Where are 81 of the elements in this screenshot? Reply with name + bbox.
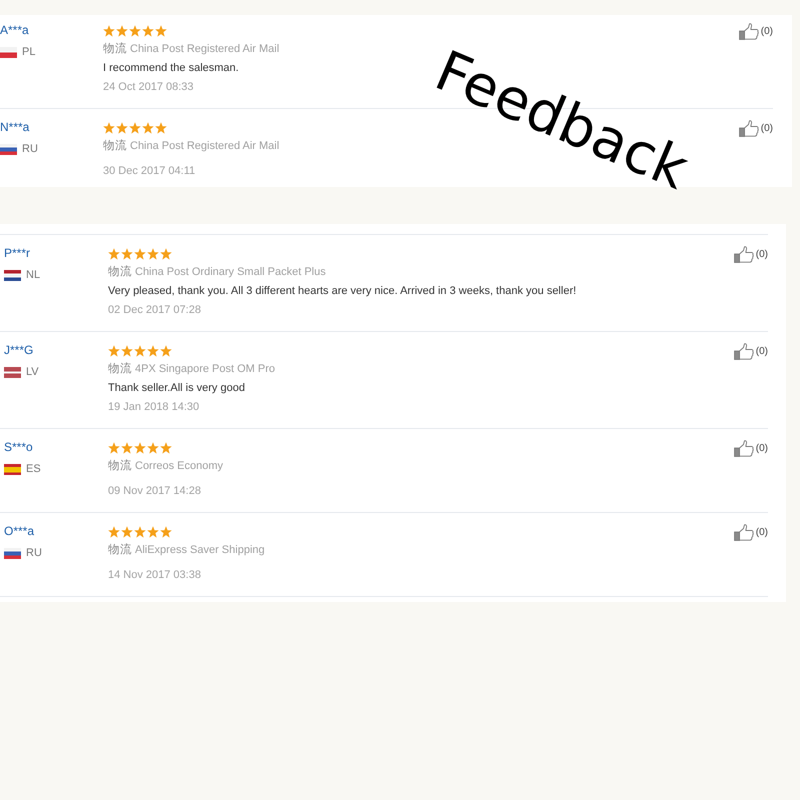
country-code: ES	[26, 462, 41, 477]
star-icon	[121, 442, 133, 454]
thumbs-up-icon	[738, 23, 759, 40]
review-date: 19 Jan 2018 14:30	[108, 400, 200, 415]
star-icon	[129, 24, 141, 36]
buyer-name: S***o	[4, 439, 33, 456]
like-button[interactable]: (0)	[734, 440, 768, 457]
logistics-label: 物流	[108, 361, 132, 377]
star-icon	[155, 24, 167, 36]
star-icon	[103, 122, 115, 134]
review-comment: Very pleased, thank you. All 3 different hearts are very nice. Arrived in 3 weeks, thank you seller!	[108, 284, 576, 299]
buyer-name: O***a	[4, 523, 34, 540]
star-icon	[116, 24, 128, 36]
thumbs-up-icon	[738, 120, 759, 137]
review-date: 02 Dec 2017 07:28	[108, 303, 201, 318]
star-icon	[108, 248, 120, 260]
star-icon	[155, 122, 167, 134]
logistics-method: 4PX Singapore Post OM Pro	[135, 362, 276, 377]
star-icon	[116, 122, 128, 134]
review-date: 14 Nov 2017 03:38	[108, 568, 201, 583]
star-icon	[108, 344, 120, 356]
star-icon	[134, 526, 146, 538]
star-icon	[121, 248, 133, 260]
star-icon	[147, 344, 159, 356]
star-icon	[160, 344, 172, 356]
star-icon	[160, 248, 172, 260]
logistics-method: AliExpress Saver Shipping	[135, 543, 265, 558]
logistics-method: China Post Ordinary Small Packet Plus	[135, 265, 326, 280]
star-icon	[108, 526, 120, 538]
buyer-name: N***a	[0, 119, 30, 136]
like-button[interactable]: (0)	[734, 524, 768, 541]
country-code: RU	[26, 546, 42, 561]
review-date: 24 Oct 2017 08:33	[103, 80, 194, 95]
country-code: LV	[26, 365, 39, 380]
buyer-name: P***r	[4, 245, 30, 262]
star-icon	[142, 24, 154, 36]
flag-icon	[0, 144, 17, 155]
star-icon	[134, 248, 146, 260]
flag-icon	[4, 548, 21, 559]
logistics-method: Correos Economy	[135, 459, 224, 474]
star-icon	[103, 24, 115, 36]
star-icon	[147, 442, 159, 454]
logistics-method: China Post Registered Air Mail	[130, 139, 280, 154]
star-icon	[147, 248, 159, 260]
star-icon	[160, 442, 172, 454]
flag-icon	[4, 270, 21, 281]
thumbs-up-icon	[734, 440, 754, 457]
star-icon	[142, 122, 154, 134]
review-comment: I recommend the salesman.	[103, 61, 239, 76]
logistics-method: China Post Registered Air Mail	[130, 42, 280, 57]
buyer-name: A***a	[0, 22, 29, 39]
country-code: NL	[26, 268, 40, 283]
logistics-label: 物流	[108, 458, 132, 474]
logistics-label: 物流	[108, 264, 132, 280]
logistics-label: 物流	[103, 138, 127, 154]
star-icon	[160, 526, 172, 538]
country-code: RU	[22, 142, 38, 157]
star-icon	[121, 526, 133, 538]
star-icon	[108, 442, 120, 454]
thumbs-up-icon	[734, 343, 754, 360]
thumbs-up-icon	[734, 524, 754, 541]
like-button[interactable]: (0)	[734, 246, 768, 263]
flag-icon	[4, 367, 21, 378]
review-date: 30 Dec 2017 04:11	[103, 164, 196, 179]
like-button[interactable]: (0)	[738, 120, 773, 137]
thumbs-up-icon	[734, 246, 754, 263]
flag-icon	[4, 464, 21, 475]
review-comment: Thank seller.All is very good	[108, 381, 245, 396]
logistics-label: 物流	[103, 41, 127, 57]
star-icon	[134, 344, 146, 356]
flag-icon	[0, 47, 17, 58]
star-icon	[129, 122, 141, 134]
buyer-name: J***G	[4, 342, 34, 359]
like-button[interactable]: (0)	[738, 23, 773, 40]
star-icon	[147, 526, 159, 538]
like-button[interactable]: (0)	[734, 343, 768, 360]
review-date: 09 Nov 2017 14:28	[108, 484, 201, 499]
country-code: PL	[22, 45, 36, 60]
star-icon	[121, 344, 133, 356]
star-icon	[134, 442, 146, 454]
logistics-label: 物流	[108, 542, 132, 558]
